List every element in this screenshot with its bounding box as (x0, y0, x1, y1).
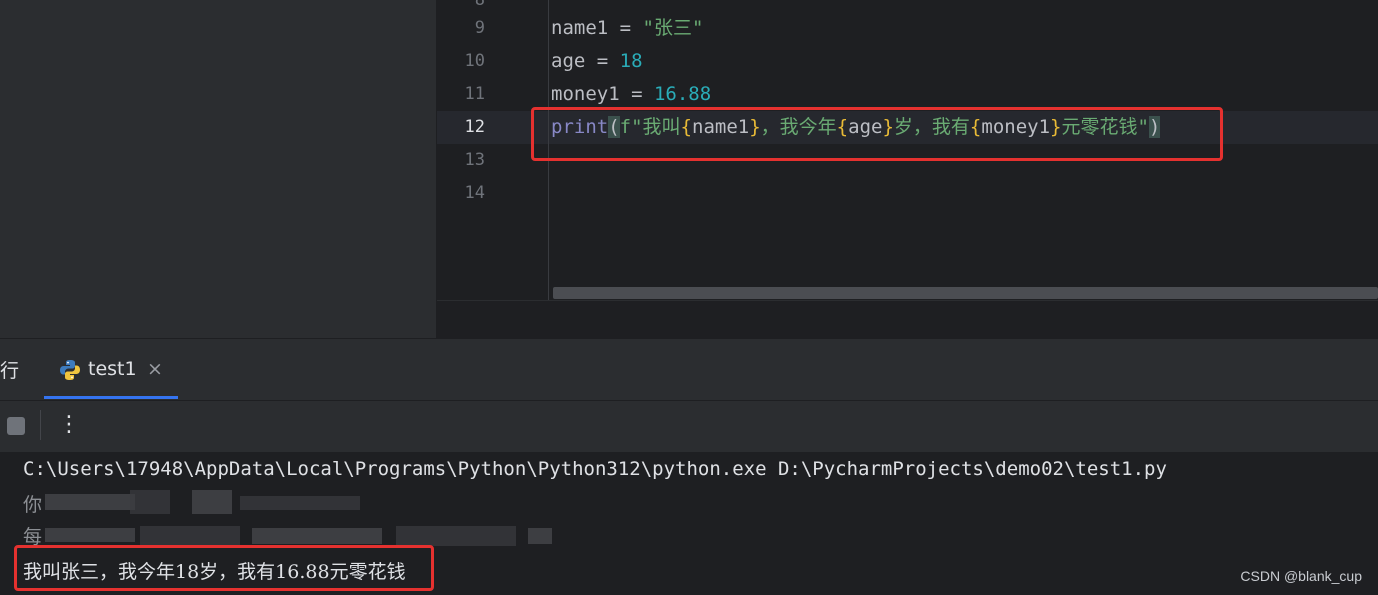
editor-bottom-area (437, 300, 1378, 339)
tab-active-indicator (44, 396, 178, 399)
code-variable: age (551, 50, 586, 72)
annotation-box-code (531, 107, 1223, 161)
horizontal-scrollbar[interactable] (553, 287, 1378, 299)
line-number: 11 (464, 84, 485, 104)
redacted-text (252, 528, 382, 544)
line-number-current: 12 (464, 117, 485, 137)
line-number: 9 (474, 18, 485, 38)
line-number: 10 (464, 51, 485, 71)
project-panel (0, 0, 436, 338)
line-number: 13 (464, 150, 485, 170)
run-tool-header (0, 338, 1378, 401)
watermark: CSDN @blank_cup (1240, 568, 1362, 584)
run-panel-title: 行 (0, 360, 20, 382)
more-options-icon[interactable]: ⋮ (58, 412, 80, 438)
tab-label: test1 (88, 358, 137, 380)
code-line-9[interactable]: name1 = "张三" (551, 12, 703, 45)
code-operator: = (619, 83, 654, 105)
code-number: 18 (619, 50, 643, 72)
annotation-box-output (14, 545, 434, 591)
redacted-text (528, 528, 552, 544)
redacted-text (396, 526, 516, 546)
console-blurred-prefix: 你 (23, 494, 43, 516)
stop-icon[interactable] (7, 417, 25, 435)
code-operator: = (608, 17, 643, 39)
python-icon (60, 360, 80, 380)
code-variable: name1 (551, 17, 609, 39)
run-toolbar (0, 400, 1378, 453)
redacted-text (45, 528, 135, 542)
code-number: 16.88 (653, 83, 712, 105)
redacted-text (130, 490, 170, 514)
code-line-10[interactable]: age = 18 (551, 45, 643, 78)
toolbar-separator (40, 410, 41, 440)
close-icon[interactable]: × (147, 358, 163, 380)
redacted-text (45, 494, 135, 510)
code-operator: = (585, 50, 620, 72)
redacted-text (140, 526, 240, 546)
redacted-text (240, 496, 360, 510)
code-string: "张三" (642, 17, 704, 39)
line-number: 14 (464, 183, 485, 203)
code-variable: money1 (551, 83, 620, 105)
redacted-text (192, 490, 232, 514)
console-command-line: C:\Users\17948\AppData\Local\Programs\Py… (23, 458, 1167, 480)
